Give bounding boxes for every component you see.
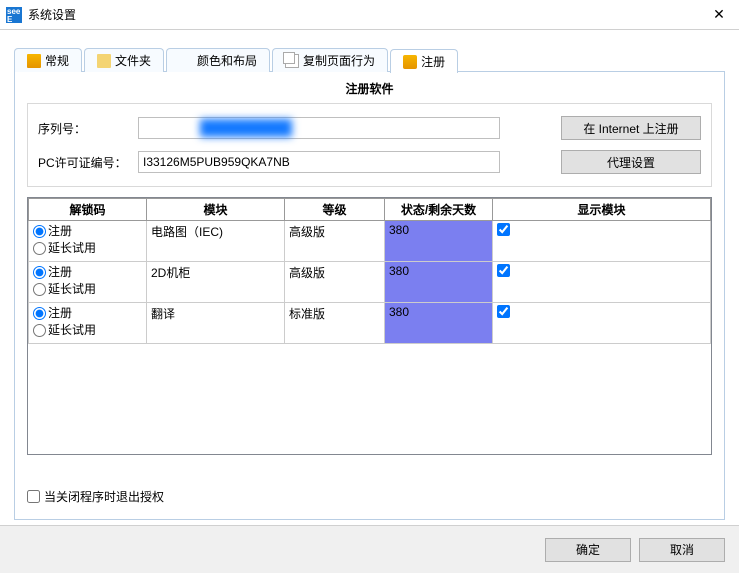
cell-status: 380: [385, 221, 493, 262]
radio-register[interactable]: [33, 307, 46, 320]
radio-extend-label[interactable]: 延长试用: [33, 322, 142, 339]
tab-folders[interactable]: 文件夹: [84, 48, 164, 72]
cell-status: 380: [385, 262, 493, 303]
window-title: 系统设置: [28, 6, 699, 23]
serial-input[interactable]: [138, 117, 500, 139]
modules-grid: 解锁码 模块 等级 状态/剩余天数 显示模块 注册延长试用电路图（IEC)高级版…: [27, 197, 712, 455]
cell-show: [493, 262, 711, 303]
cell-unlock: 注册延长试用: [29, 303, 147, 344]
content-area: 常规 文件夹 颜色和布局 复制页面行为 注册 注册软件 序列号： 在 Inter…: [0, 30, 739, 525]
col-status: 状态/剩余天数: [385, 199, 493, 221]
cell-level: 标准版: [285, 303, 385, 344]
show-module-checkbox[interactable]: [497, 223, 510, 236]
col-level: 等级: [285, 199, 385, 221]
tab-register[interactable]: 注册: [390, 49, 458, 73]
cell-unlock: 注册延长试用: [29, 221, 147, 262]
radio-extend[interactable]: [33, 283, 46, 296]
radio-extend[interactable]: [33, 242, 46, 255]
show-module-checkbox[interactable]: [497, 264, 510, 277]
cell-module: 2D机柜: [147, 262, 285, 303]
radio-register[interactable]: [33, 266, 46, 279]
titlebar: seeE 系统设置 ✕: [0, 0, 739, 30]
cell-status: 380: [385, 303, 493, 344]
exit-auth-checkbox-row: 当关闭程序时退出授权: [27, 488, 164, 505]
cell-unlock: 注册延长试用: [29, 262, 147, 303]
table-row: 注册延长试用翻译标准版380: [29, 303, 711, 344]
table-row: 注册延长试用电路图（IEC)高级版380: [29, 221, 711, 262]
cell-show: [493, 221, 711, 262]
tab-body-register: 注册软件 序列号： 在 Internet 上注册 PC许可证编号： 代理设置: [14, 72, 725, 520]
folder-icon: [97, 54, 111, 68]
close-button[interactable]: ✕: [699, 0, 739, 30]
proxy-settings-button[interactable]: 代理设置: [561, 150, 701, 174]
cell-level: 高级版: [285, 221, 385, 262]
tab-label: 颜色和布局: [197, 52, 257, 69]
tab-label: 常规: [45, 52, 69, 69]
table-row: 注册延长试用2D机柜高级版380: [29, 262, 711, 303]
cell-module: 翻译: [147, 303, 285, 344]
exit-auth-label: 当关闭程序时退出授权: [44, 488, 164, 505]
colors-icon: [179, 54, 193, 68]
radio-extend-label[interactable]: 延长试用: [33, 281, 142, 298]
radio-register[interactable]: [33, 225, 46, 238]
general-icon: [27, 54, 41, 68]
pc-license-input[interactable]: [138, 151, 500, 173]
cell-module: 电路图（IEC): [147, 221, 285, 262]
cancel-button[interactable]: 取消: [639, 538, 725, 562]
tab-label: 文件夹: [115, 52, 151, 69]
radio-register-label[interactable]: 注册: [33, 223, 142, 240]
col-module: 模块: [147, 199, 285, 221]
radio-register-label[interactable]: 注册: [33, 305, 142, 322]
cell-level: 高级版: [285, 262, 385, 303]
tab-label: 注册: [421, 53, 445, 70]
copy-icon: [285, 54, 299, 68]
app-icon: seeE: [6, 7, 22, 23]
ok-button[interactable]: 确定: [545, 538, 631, 562]
register-icon: [403, 55, 417, 69]
register-online-button[interactable]: 在 Internet 上注册: [561, 116, 701, 140]
radio-register-label[interactable]: 注册: [33, 264, 142, 281]
serial-label: 序列号：: [38, 120, 130, 137]
show-module-checkbox[interactable]: [497, 305, 510, 318]
exit-auth-checkbox[interactable]: [27, 490, 40, 503]
dialog-footer: 确定 取消: [0, 525, 739, 573]
tab-copy-behavior[interactable]: 复制页面行为: [272, 48, 388, 72]
section-title: 注册软件: [27, 80, 712, 97]
tab-colors[interactable]: 颜色和布局: [166, 48, 270, 72]
cell-show: [493, 303, 711, 344]
col-unlock: 解锁码: [29, 199, 147, 221]
col-show: 显示模块: [493, 199, 711, 221]
radio-extend-label[interactable]: 延长试用: [33, 240, 142, 257]
registration-fieldset: 序列号： 在 Internet 上注册 PC许可证编号： 代理设置: [27, 103, 712, 187]
tab-label: 复制页面行为: [303, 52, 375, 69]
radio-extend[interactable]: [33, 324, 46, 337]
tab-general[interactable]: 常规: [14, 48, 82, 72]
tab-strip: 常规 文件夹 颜色和布局 复制页面行为 注册: [14, 48, 725, 72]
grid-header-row: 解锁码 模块 等级 状态/剩余天数 显示模块: [29, 199, 711, 221]
pc-license-label: PC许可证编号：: [38, 154, 130, 171]
